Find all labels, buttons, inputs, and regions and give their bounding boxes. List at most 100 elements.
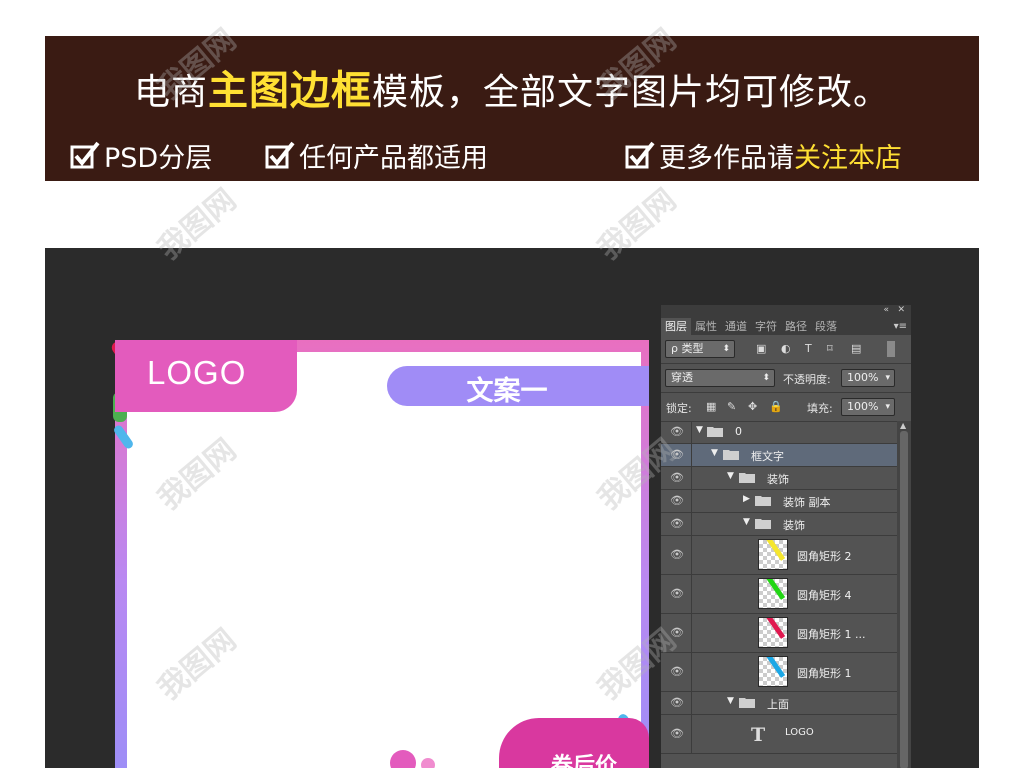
layers-panel: « ✕ 图层 属性 通道 字符 路径 段落 ▾≡ ρ 类型 ⬍ ▣ ◐ T ⌑ ▤… (661, 305, 911, 768)
layers-list: 👁 ▼ 0 👁 ▼ 框文字 👁 ▼ 装饰 👁 ▶ 装饰 副本 👁 ▼ 装饰 👁 … (661, 421, 897, 754)
checkbox-icon (265, 141, 295, 168)
filter-toggle[interactable] (887, 341, 895, 357)
blend-mode-select[interactable]: 穿透 ⬍ (665, 369, 775, 387)
logo-badge: LOGO (115, 340, 297, 412)
layer-name: 圆角矩形 1 ... (797, 628, 866, 641)
eye-icon[interactable]: 👁 (670, 587, 684, 600)
opacity-field[interactable]: 100% ▾ (841, 369, 895, 387)
collapse-icon[interactable]: « (883, 305, 889, 315)
eye-icon[interactable]: 👁 (670, 696, 684, 709)
layer-row[interactable]: 👁 圆角矩形 1 (661, 653, 897, 692)
type-filter-icon[interactable]: T (805, 342, 812, 355)
price-label[interactable]: 卷后价 (551, 748, 617, 768)
layer-row[interactable]: 👁 ▶ 装饰 副本 (661, 490, 897, 513)
blend-row: 穿透 ⬍ 不透明度: 100% ▾ (661, 364, 911, 393)
panel-menu-icon[interactable]: ▾≡ (894, 318, 907, 335)
feature-highlight: 关注本店 (794, 143, 902, 174)
layer-name: LOGO (785, 727, 814, 738)
layer-thumbnail (758, 656, 788, 687)
fill-value: 100% (847, 400, 879, 413)
lock-brush-icon[interactable]: ✎ (727, 400, 736, 413)
opacity-value: 100% (847, 371, 879, 384)
layer-row[interactable]: 👁 ▼ 上面 (661, 692, 897, 715)
scroll-up-icon[interactable]: ▲ (900, 421, 906, 430)
panel-tabs: 图层 属性 通道 字符 路径 段落 ▾≡ (661, 318, 911, 335)
expand-icon[interactable]: ▼ (696, 425, 703, 435)
layer-row[interactable]: 👁 ▼ 装饰 (661, 467, 897, 490)
layer-name: 上面 (767, 698, 789, 711)
eye-icon[interactable]: 👁 (670, 494, 684, 507)
checkbox-icon (625, 141, 655, 168)
layer-name: 装饰 副本 (783, 496, 831, 509)
logo-text[interactable]: LOGO (147, 354, 246, 392)
feature-label: PSD分层 (104, 143, 213, 174)
expand-icon[interactable]: ▼ (711, 448, 718, 458)
layer-row[interactable]: 👁 圆角矩形 2 (661, 536, 897, 575)
title-prefix: 电商 (133, 72, 208, 113)
smart-filter-icon[interactable]: ▤ (851, 342, 861, 355)
tab-paragraph[interactable]: 段落 (811, 318, 841, 335)
folder-icon (739, 698, 755, 708)
scrollbar-thumb[interactable] (900, 431, 908, 768)
layer-thumbnail (758, 578, 788, 609)
filter-kind-value: ρ 类型 (671, 342, 704, 355)
folder-icon (723, 450, 739, 460)
expand-icon[interactable]: ▼ (727, 471, 734, 481)
folder-icon (755, 519, 771, 529)
fill-field[interactable]: 100% ▾ (841, 398, 895, 416)
eye-icon[interactable]: 👁 (670, 548, 684, 561)
eye-icon[interactable]: 👁 (670, 665, 684, 678)
title-highlight: 主图边框 (208, 68, 372, 114)
feature-label: 任何产品都适用 (299, 143, 488, 174)
lock-all-icon[interactable]: 🔒 (769, 400, 783, 413)
tab-paths[interactable]: 路径 (781, 318, 811, 335)
layer-name: 装饰 (783, 519, 805, 532)
eye-icon[interactable]: 👁 (670, 448, 684, 461)
layer-row[interactable]: 👁 ▼ 装饰 (661, 513, 897, 536)
eye-icon[interactable]: 👁 (670, 626, 684, 639)
layer-row-selected[interactable]: 👁 ▼ 框文字 (661, 444, 897, 467)
blend-mode-value: 穿透 (671, 371, 693, 384)
eye-icon[interactable]: 👁 (670, 471, 684, 484)
poster-canvas: LOGO 文案一 卷后价 (109, 339, 649, 768)
layer-row[interactable]: 👁 T LOGO (661, 715, 897, 754)
layer-row[interactable]: 👁 ▼ 0 (661, 421, 897, 444)
tab-character[interactable]: 字符 (751, 318, 781, 335)
layers-scrollbar[interactable]: ▲ (897, 421, 911, 768)
layer-thumbnail (758, 617, 788, 648)
tab-properties[interactable]: 属性 (691, 318, 721, 335)
layer-thumbnail (758, 539, 788, 570)
lock-label: 锁定: (666, 402, 692, 415)
layer-name: 圆角矩形 2 (797, 550, 852, 563)
eye-icon[interactable]: 👁 (670, 517, 684, 530)
close-icon[interactable]: ✕ (897, 305, 905, 315)
expand-icon[interactable]: ▼ (743, 517, 750, 527)
shape-filter-icon[interactable]: ⌑ (827, 342, 833, 355)
filter-row: ρ 类型 ⬍ ▣ ◐ T ⌑ ▤ (661, 335, 911, 364)
eye-icon[interactable]: 👁 (670, 727, 684, 740)
promo-banner: 电商主图边框模板，全部文字图片均可修改。 PSD分层 任何产品都适用 更多作品请… (45, 36, 979, 181)
expand-icon[interactable]: ▼ (727, 696, 734, 706)
copy-text[interactable]: 文案一 (387, 369, 627, 408)
tab-channels[interactable]: 通道 (721, 318, 751, 335)
layer-row[interactable]: 👁 圆角矩形 1 ... (661, 614, 897, 653)
adjust-filter-icon[interactable]: ◐ (781, 342, 791, 355)
checkbox-icon (70, 141, 100, 168)
poster-white-area (127, 352, 641, 768)
eye-icon[interactable]: 👁 (670, 425, 684, 438)
filter-kind-select[interactable]: ρ 类型 ⬍ (665, 340, 735, 358)
folder-icon (739, 473, 755, 483)
copy-pill: 文案一 (387, 366, 649, 408)
folder-icon (755, 496, 771, 506)
layer-name: 圆角矩形 4 (797, 589, 852, 602)
banner-title: 电商主图边框模板，全部文字图片均可修改。 (45, 58, 979, 116)
tab-layers[interactable]: 图层 (661, 318, 691, 335)
layer-row[interactable]: 👁 圆角矩形 4 (661, 575, 897, 614)
pixel-filter-icon[interactable]: ▣ (756, 342, 766, 355)
editor-stage: LOGO 文案一 卷后价 « ✕ 图层 属性 通道 字符 路径 段落 ▾≡ ρ … (45, 248, 979, 768)
lock-move-icon[interactable]: ✥ (748, 400, 757, 413)
title-suffix: 模板，全部文字图片均可修改。 (372, 72, 891, 113)
layer-name: 0 (735, 425, 742, 438)
lock-transparent-icon[interactable]: ▦ (706, 400, 716, 413)
collapse-arrow-icon[interactable]: ▶ (743, 494, 750, 504)
